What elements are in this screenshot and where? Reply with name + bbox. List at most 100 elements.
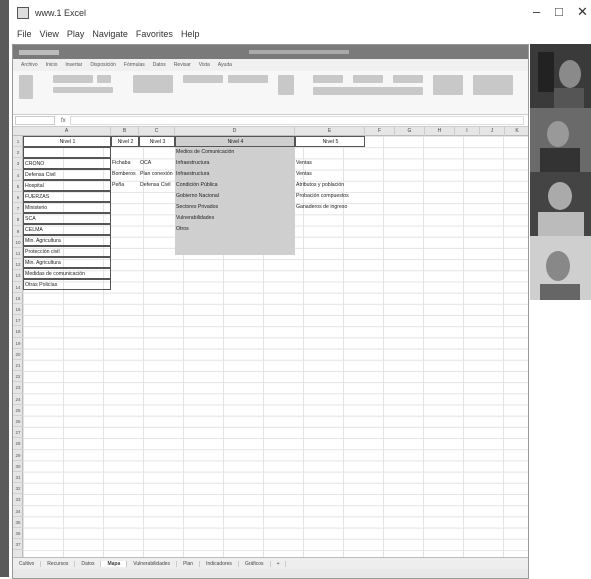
add-sheet-button[interactable]: + — [271, 560, 287, 567]
row-header[interactable]: 33 — [13, 494, 23, 506]
style-normal[interactable] — [313, 75, 343, 83]
cell-A8[interactable]: SCA — [23, 213, 111, 224]
cell-A1[interactable]: Nivel 1 — [23, 136, 111, 147]
row-header[interactable]: 19 — [13, 338, 23, 349]
cell-E4[interactable]: Ventas — [295, 169, 365, 180]
cell-D1[interactable]: Nivel 4 — [175, 136, 295, 147]
row-header[interactable]: 8 — [13, 214, 23, 226]
row-header[interactable]: 26 — [13, 416, 23, 428]
row-header[interactable]: 7 — [13, 203, 23, 215]
minimize-button[interactable]: – — [533, 4, 540, 19]
ribbon-tab[interactable]: Revisar — [174, 62, 191, 68]
column-header[interactable]: B — [111, 127, 139, 136]
ribbon-tab[interactable]: Insertar — [65, 62, 82, 68]
sheet-tab[interactable]: Cultivo — [13, 560, 42, 567]
sheet-tab[interactable]: Datos — [75, 560, 102, 567]
menu-navigate[interactable]: Navigate — [92, 29, 128, 39]
cell-A4[interactable]: Defensa Civil — [23, 169, 111, 180]
sheet-tab[interactable]: Gráficos — [239, 560, 271, 567]
maximize-button[interactable]: □ — [555, 4, 563, 19]
row-header[interactable]: 9 — [13, 226, 23, 237]
column-header[interactable]: J — [480, 127, 505, 136]
row-header[interactable]: 35 — [13, 517, 23, 528]
row-header[interactable]: 14 — [13, 282, 23, 293]
ribbon-tab[interactable]: Datos — [153, 62, 166, 68]
cell-E6[interactable]: Probación compuestos — [295, 191, 365, 202]
row-header[interactable]: 11 — [13, 248, 23, 260]
row-header[interactable]: 31 — [13, 472, 23, 484]
row-header[interactable]: 2 — [13, 147, 23, 159]
font-size-box[interactable] — [97, 75, 111, 83]
style-bad[interactable] — [353, 75, 383, 83]
row-header[interactable]: 15 — [13, 293, 23, 304]
cell-A14[interactable]: Otras Policías — [23, 279, 111, 290]
cell-D4[interactable]: Infraestructura — [175, 169, 295, 180]
cell-C4[interactable]: Plan conexión — [139, 169, 175, 180]
row-header[interactable]: 28 — [13, 438, 23, 450]
wrap-text-button[interactable] — [183, 75, 223, 83]
ribbon-tab[interactable]: Inicio — [46, 62, 58, 68]
cell-D7[interactable]: Sectores Privados — [175, 202, 295, 213]
cell-C3[interactable]: OCA — [139, 158, 175, 169]
alignment-group[interactable] — [133, 75, 173, 93]
cell-A6[interactable]: FUERZAS — [23, 191, 111, 202]
cell-E7[interactable]: Ganaderos de ingreso — [295, 202, 365, 213]
cell-A3[interactable]: CRONO — [23, 158, 111, 169]
font-style-buttons[interactable] — [53, 87, 113, 93]
row-header[interactable]: 30 — [13, 461, 23, 472]
editing-group[interactable] — [473, 75, 513, 95]
cell-A11[interactable]: Protección civil — [23, 246, 111, 257]
cell-B3[interactable]: Fichaba — [111, 158, 139, 169]
cell-E1[interactable]: Nivel 5 — [295, 136, 365, 147]
column-header[interactable]: A — [23, 127, 111, 136]
font-name-box[interactable] — [53, 75, 93, 83]
menu-help[interactable]: Help — [181, 29, 200, 39]
cell-D8[interactable]: Vulnerabilidades — [175, 213, 295, 224]
row-header[interactable]: 12 — [13, 259, 23, 271]
cell-D2[interactable]: Medios de Comunicación — [175, 147, 295, 158]
name-box[interactable] — [15, 116, 55, 125]
menu-play[interactable]: Play — [67, 29, 85, 39]
row-header[interactable]: 36 — [13, 528, 23, 540]
styles-row[interactable] — [313, 87, 423, 95]
row-header[interactable]: 29 — [13, 450, 23, 461]
cell-B4[interactable]: Bomberos — [111, 169, 139, 180]
formula-input[interactable] — [69, 116, 524, 125]
fx-icon[interactable]: fx — [61, 118, 66, 124]
row-header[interactable]: 23 — [13, 382, 23, 394]
column-header[interactable]: G — [395, 127, 425, 136]
cells-group[interactable] — [433, 75, 463, 95]
row-header[interactable]: 32 — [13, 483, 23, 495]
row-header[interactable]: 13 — [13, 270, 23, 282]
cell-D6[interactable]: Gobierno Nacional — [175, 191, 295, 202]
cell-B5[interactable]: Peña — [111, 180, 139, 191]
close-button[interactable]: ✕ — [577, 4, 588, 20]
quick-access-toolbar[interactable] — [19, 49, 59, 55]
cell-A12[interactable]: Min. Agricultura — [23, 257, 111, 268]
column-header[interactable]: H — [425, 127, 455, 136]
row-header[interactable]: 17 — [13, 315, 23, 327]
cell-A9[interactable]: CELMA — [23, 224, 111, 235]
row-header[interactable]: 5 — [13, 181, 23, 192]
menu-favorites[interactable]: Favorites — [136, 29, 173, 39]
ribbon-tab[interactable]: Disposición — [90, 62, 116, 68]
row-header[interactable]: 16 — [13, 304, 23, 316]
row-header[interactable]: 27 — [13, 427, 23, 439]
ribbon-tab[interactable]: Archivo — [21, 62, 38, 68]
cell-A5[interactable]: Hospital — [23, 180, 111, 191]
cell-D9[interactable]: Otros — [175, 224, 295, 235]
row-header[interactable]: 4 — [13, 170, 23, 181]
conditional-format-button[interactable] — [278, 75, 294, 95]
menu-view[interactable]: View — [40, 29, 59, 39]
ribbon-tab[interactable]: Vista — [199, 62, 210, 68]
row-header[interactable]: 10 — [13, 237, 23, 248]
row-header[interactable]: 1 — [13, 136, 23, 148]
cell-A2[interactable] — [23, 147, 111, 158]
menu-file[interactable]: File — [17, 29, 32, 39]
row-header[interactable]: 3 — [13, 158, 23, 170]
cell-C5[interactable]: Defensa Civil — [139, 180, 175, 191]
ribbon-tab[interactable]: Ayuda — [218, 62, 232, 68]
row-header[interactable]: 37 — [13, 539, 23, 551]
row-header[interactable]: 34 — [13, 506, 23, 517]
paste-button[interactable] — [19, 75, 33, 99]
